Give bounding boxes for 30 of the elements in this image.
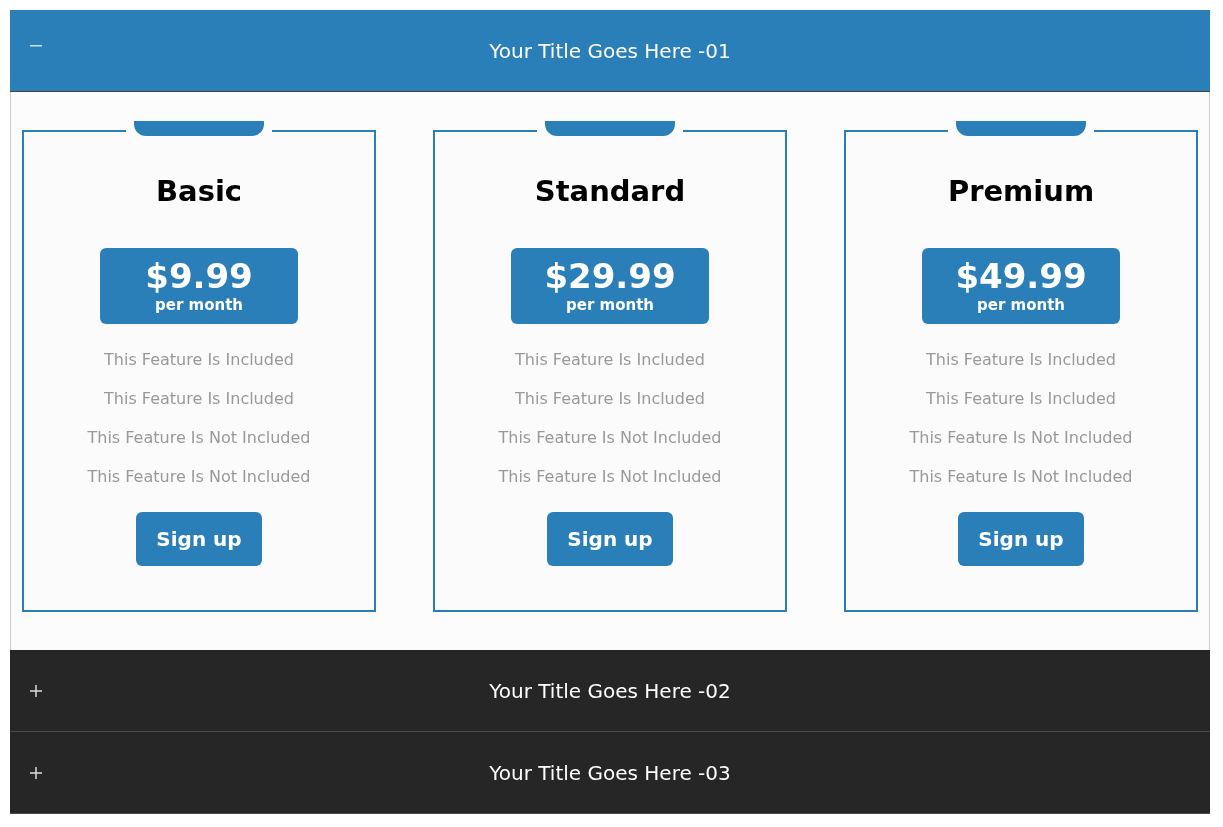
price: $9.99 xyxy=(145,256,253,296)
accordion-header[interactable]: Your Title Goes Here -01 xyxy=(10,10,1210,92)
price: $29.99 xyxy=(544,256,676,296)
billing-period: per month xyxy=(155,296,243,314)
feature-text: This Feature Is Not Included xyxy=(87,467,311,486)
sign-up-button[interactable]: Sign up xyxy=(958,512,1084,566)
price: $49.99 xyxy=(955,256,1087,296)
billing-period: per month xyxy=(977,296,1065,314)
minus-icon xyxy=(30,45,42,47)
feature-text: This Feature Is Not Included xyxy=(498,428,722,447)
sign-up-button[interactable]: Sign up xyxy=(547,512,673,566)
plan-name: Basic xyxy=(155,174,243,208)
feature-text: This Feature Is Included xyxy=(515,350,705,369)
billing-period: per month xyxy=(566,296,654,314)
feature-text: This Feature Is Included xyxy=(926,389,1116,408)
feature-text: This Feature Is Included xyxy=(926,350,1116,369)
plus-icon xyxy=(30,767,42,779)
feature-text: This Feature Is Not Included xyxy=(87,428,311,447)
feature-text: This Feature Is Not Included xyxy=(498,467,722,486)
feature-text: This Feature Is Included xyxy=(104,350,294,369)
sign-up-button[interactable]: Sign up xyxy=(136,512,262,566)
accordion-header[interactable]: Your Title Goes Here -03 xyxy=(10,732,1210,814)
plan-name: Standard xyxy=(534,174,686,208)
feature-text: This Feature Is Not Included xyxy=(909,467,1133,486)
feature-text: This Feature Is Not Included xyxy=(909,428,1133,447)
accordion-header[interactable]: Your Title Goes Here -02 xyxy=(10,650,1210,732)
feature-text: This Feature Is Included xyxy=(104,389,294,408)
feature-text: This Feature Is Included xyxy=(515,389,705,408)
plan-name: Premium xyxy=(947,174,1095,208)
plus-icon xyxy=(30,685,42,697)
